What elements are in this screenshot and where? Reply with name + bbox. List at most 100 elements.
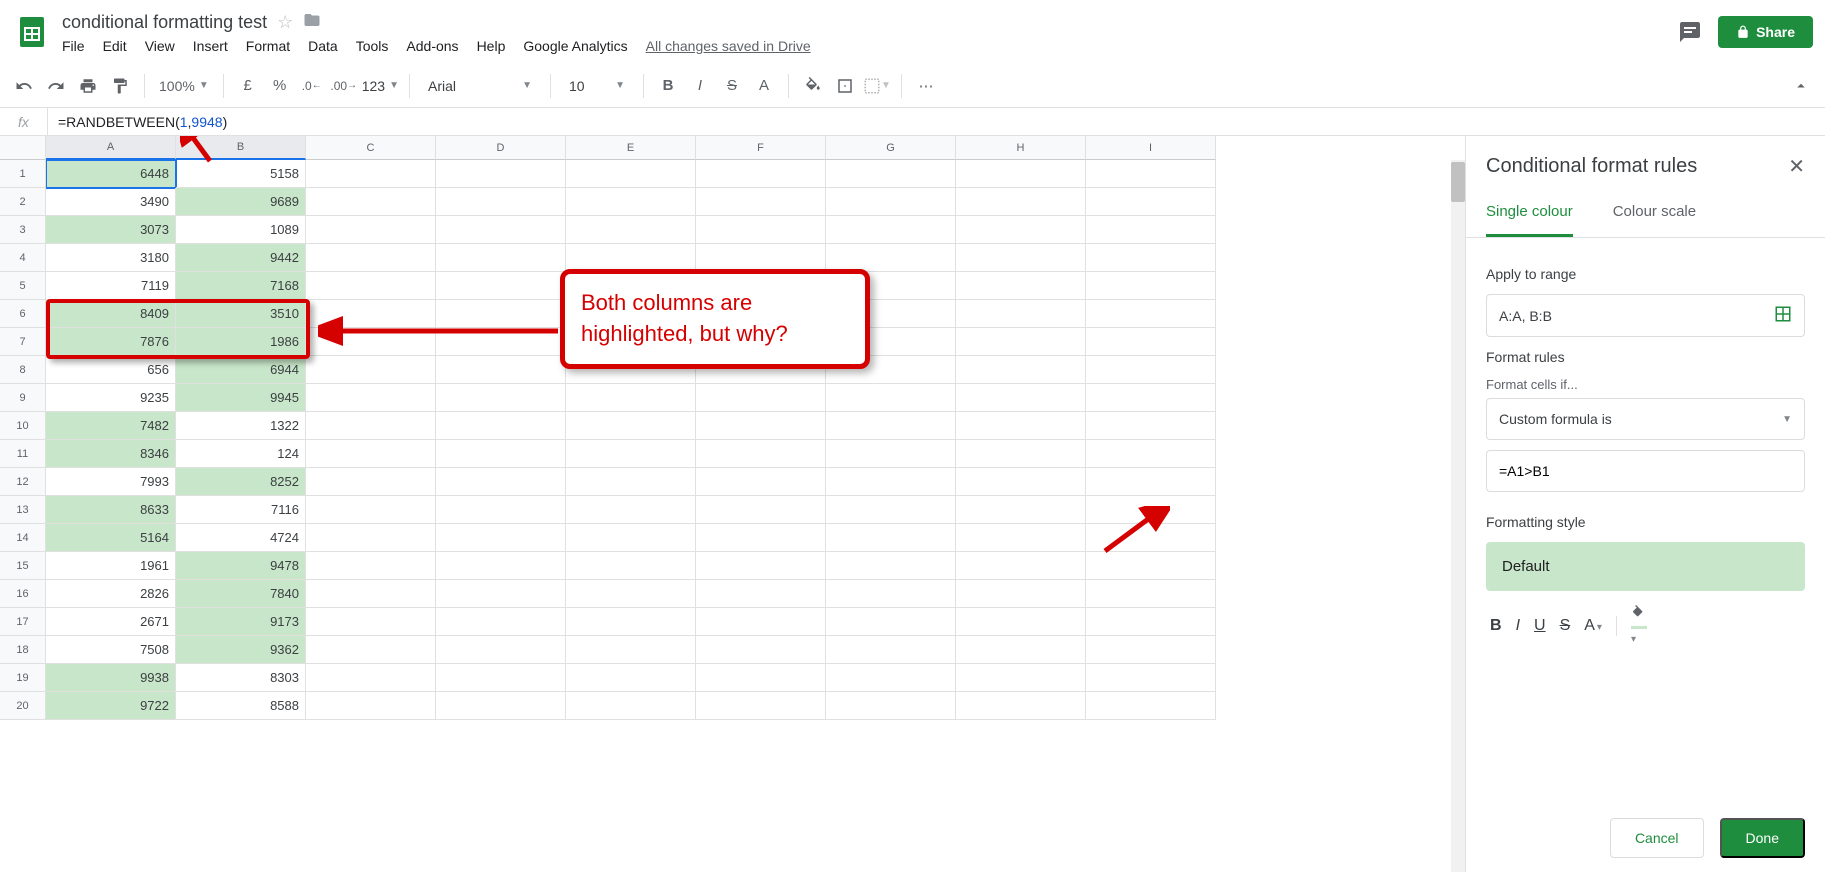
rule-type-select[interactable]: Custom formula is▼ (1486, 398, 1805, 440)
cell[interactable] (826, 468, 956, 496)
cell[interactable]: 9442 (176, 244, 306, 272)
cell[interactable] (436, 188, 566, 216)
cell[interactable]: 656 (46, 356, 176, 384)
cell[interactable] (826, 160, 956, 188)
menu-file[interactable]: File (62, 38, 85, 54)
increase-decimal-button[interactable]: .00→ (330, 72, 358, 100)
column-header[interactable]: A (46, 136, 176, 160)
cell[interactable] (956, 552, 1086, 580)
cell[interactable]: 7482 (46, 412, 176, 440)
vertical-scrollbar[interactable] (1451, 160, 1465, 872)
style-strike-button[interactable]: S (1560, 617, 1571, 635)
cell[interactable] (956, 580, 1086, 608)
cell[interactable] (696, 580, 826, 608)
cell[interactable]: 9478 (176, 552, 306, 580)
cell[interactable]: 3073 (46, 216, 176, 244)
cell[interactable] (566, 216, 696, 244)
cell[interactable]: 8252 (176, 468, 306, 496)
currency-button[interactable]: £ (234, 72, 262, 100)
cell[interactable]: 9945 (176, 384, 306, 412)
cell[interactable]: 5158 (176, 160, 306, 188)
column-header[interactable]: B (176, 136, 306, 160)
style-text-color-button[interactable]: A▾ (1584, 617, 1602, 635)
undo-button[interactable] (10, 72, 38, 100)
cell[interactable] (306, 300, 436, 328)
cell[interactable] (826, 608, 956, 636)
cell[interactable] (566, 580, 696, 608)
row-header[interactable]: 17 (0, 608, 46, 636)
style-fill-color-button[interactable]: ▾ (1631, 605, 1647, 647)
cell[interactable] (1086, 552, 1216, 580)
cell[interactable] (436, 552, 566, 580)
cell[interactable] (436, 580, 566, 608)
cell[interactable] (1086, 328, 1216, 356)
cell[interactable] (306, 188, 436, 216)
cell[interactable]: 9722 (46, 692, 176, 720)
cell[interactable]: 5164 (46, 524, 176, 552)
cell[interactable] (956, 692, 1086, 720)
cell[interactable] (696, 664, 826, 692)
cell[interactable] (436, 216, 566, 244)
cell[interactable] (566, 664, 696, 692)
cell[interactable] (696, 384, 826, 412)
column-header[interactable]: I (1086, 136, 1216, 160)
row-header[interactable]: 8 (0, 356, 46, 384)
cell[interactable] (436, 692, 566, 720)
cell[interactable] (1086, 496, 1216, 524)
cell[interactable] (566, 160, 696, 188)
close-button[interactable]: ✕ (1788, 154, 1805, 179)
cell[interactable] (1086, 216, 1216, 244)
cell[interactable] (696, 412, 826, 440)
cell[interactable]: 7876 (46, 328, 176, 356)
cell[interactable] (306, 524, 436, 552)
cell[interactable] (826, 636, 956, 664)
share-button[interactable]: Share (1718, 16, 1813, 48)
column-header[interactable]: C (306, 136, 436, 160)
cell[interactable] (956, 356, 1086, 384)
style-underline-button[interactable]: U (1534, 617, 1546, 635)
cell[interactable] (826, 580, 956, 608)
cell[interactable] (696, 552, 826, 580)
redo-button[interactable] (42, 72, 70, 100)
column-header[interactable]: E (566, 136, 696, 160)
cell[interactable] (566, 440, 696, 468)
formula-input[interactable]: =RANDBETWEEN(1,9948) (48, 114, 1825, 130)
cell[interactable] (306, 356, 436, 384)
cell[interactable] (1086, 580, 1216, 608)
cell[interactable] (566, 244, 696, 272)
cell[interactable] (436, 636, 566, 664)
cell[interactable]: 2671 (46, 608, 176, 636)
cell[interactable]: 1322 (176, 412, 306, 440)
cell[interactable] (1086, 524, 1216, 552)
cell[interactable]: 7993 (46, 468, 176, 496)
cell[interactable] (436, 300, 566, 328)
cell[interactable]: 9173 (176, 608, 306, 636)
cell[interactable]: 7168 (176, 272, 306, 300)
cell[interactable] (956, 244, 1086, 272)
cell[interactable] (826, 496, 956, 524)
cell[interactable] (956, 272, 1086, 300)
cell[interactable]: 9689 (176, 188, 306, 216)
cell[interactable] (566, 608, 696, 636)
style-bold-button[interactable]: B (1490, 617, 1502, 635)
cell[interactable]: 1089 (176, 216, 306, 244)
row-header[interactable]: 6 (0, 300, 46, 328)
cell[interactable] (1086, 188, 1216, 216)
cell[interactable] (306, 160, 436, 188)
menu-insert[interactable]: Insert (193, 38, 228, 54)
cell[interactable] (1086, 468, 1216, 496)
cell[interactable] (306, 692, 436, 720)
cell[interactable] (956, 468, 1086, 496)
cell[interactable]: 2826 (46, 580, 176, 608)
cell[interactable] (826, 552, 956, 580)
select-all-corner[interactable] (0, 136, 46, 160)
menu-format[interactable]: Format (246, 38, 290, 54)
cell[interactable]: 8409 (46, 300, 176, 328)
row-header[interactable]: 10 (0, 412, 46, 440)
cell[interactable] (956, 216, 1086, 244)
cell[interactable] (306, 468, 436, 496)
cell[interactable] (436, 384, 566, 412)
cell[interactable] (696, 496, 826, 524)
grid-icon[interactable] (1774, 305, 1792, 326)
row-header[interactable]: 20 (0, 692, 46, 720)
